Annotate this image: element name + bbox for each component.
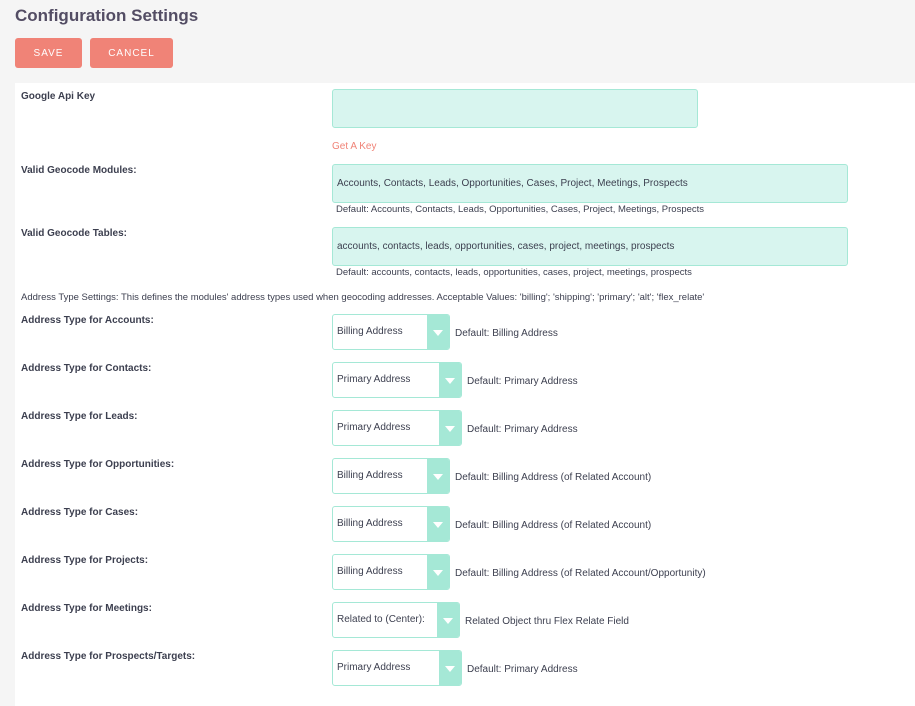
chevron-down-icon xyxy=(427,459,449,493)
select-value: Billing Address xyxy=(337,518,403,529)
chevron-down-icon xyxy=(439,411,461,445)
address-type-cases-default: Default: Billing Address (of Related Acc… xyxy=(455,520,652,531)
chevron-down-icon xyxy=(427,507,449,541)
address-type-contacts-default: Default: Primary Address xyxy=(467,376,578,387)
address-type-opportunities-label: Address Type for Opportunities: xyxy=(21,459,175,470)
address-type-accounts-label: Address Type for Accounts: xyxy=(21,315,154,326)
address-type-contacts-select[interactable]: Primary Address xyxy=(332,362,462,398)
chevron-down-icon xyxy=(439,363,461,397)
select-value: Primary Address xyxy=(337,374,411,385)
geocode-modules-default: Default: Accounts, Contacts, Leads, Oppo… xyxy=(336,204,705,215)
address-type-meetings-default: Related Object thru Flex Relate Field xyxy=(465,616,629,627)
address-type-meetings-select[interactable]: Related to (Center): xyxy=(332,602,460,638)
address-type-accounts-default: Default: Billing Address xyxy=(455,328,558,339)
address-type-projects-select[interactable]: Billing Address xyxy=(332,554,450,590)
address-type-leads-select[interactable]: Primary Address xyxy=(332,410,462,446)
address-type-cases-label: Address Type for Cases: xyxy=(21,507,139,518)
address-type-meetings-label: Address Type for Meetings: xyxy=(21,603,152,614)
address-type-accounts-select[interactable]: Billing Address xyxy=(332,314,450,350)
address-type-prospects-default: Default: Primary Address xyxy=(467,664,578,675)
select-value: Billing Address xyxy=(337,566,403,577)
geocode-modules-label: Valid Geocode Modules: xyxy=(21,165,137,176)
address-type-projects-default: Default: Billing Address (of Related Acc… xyxy=(455,568,706,579)
select-value: Billing Address xyxy=(337,470,403,481)
geocode-tables-label: Valid Geocode Tables: xyxy=(21,228,127,239)
google-api-key-input[interactable] xyxy=(332,89,698,128)
address-type-info: Address Type Settings: This defines the … xyxy=(21,292,705,303)
page-title: Configuration Settings xyxy=(15,6,199,25)
chevron-down-icon xyxy=(427,555,449,589)
address-type-opportunities-default: Default: Billing Address (of Related Acc… xyxy=(455,472,652,483)
select-value: Related to (Center): xyxy=(337,614,425,625)
chevron-down-icon xyxy=(437,603,459,637)
save-button[interactable]: SAVE xyxy=(15,38,82,68)
address-type-leads-default: Default: Primary Address xyxy=(467,424,578,435)
chevron-down-icon xyxy=(439,651,461,685)
google-api-key-label: Google Api Key xyxy=(21,91,96,102)
address-type-projects-label: Address Type for Projects: xyxy=(21,555,149,566)
geocode-tables-default: Default: accounts, contacts, leads, oppo… xyxy=(336,267,692,278)
select-value: Primary Address xyxy=(337,662,411,673)
settings-panel: Google Api Key Get A Key Valid Geocode M… xyxy=(15,83,915,706)
address-type-prospects-select[interactable]: Primary Address xyxy=(332,650,462,686)
address-type-prospects-label: Address Type for Prospects/Targets: xyxy=(21,651,196,662)
cancel-button[interactable]: CANCEL xyxy=(90,38,173,68)
geocode-tables-input[interactable] xyxy=(332,227,848,266)
get-a-key-link[interactable]: Get A Key xyxy=(332,141,376,152)
chevron-down-icon xyxy=(427,315,449,349)
select-value: Primary Address xyxy=(337,422,411,433)
address-type-cases-select[interactable]: Billing Address xyxy=(332,506,450,542)
address-type-leads-label: Address Type for Leads: xyxy=(21,411,138,422)
address-type-contacts-label: Address Type for Contacts: xyxy=(21,363,152,374)
select-value: Billing Address xyxy=(337,326,403,337)
geocode-modules-input[interactable] xyxy=(332,164,848,203)
address-type-opportunities-select[interactable]: Billing Address xyxy=(332,458,450,494)
